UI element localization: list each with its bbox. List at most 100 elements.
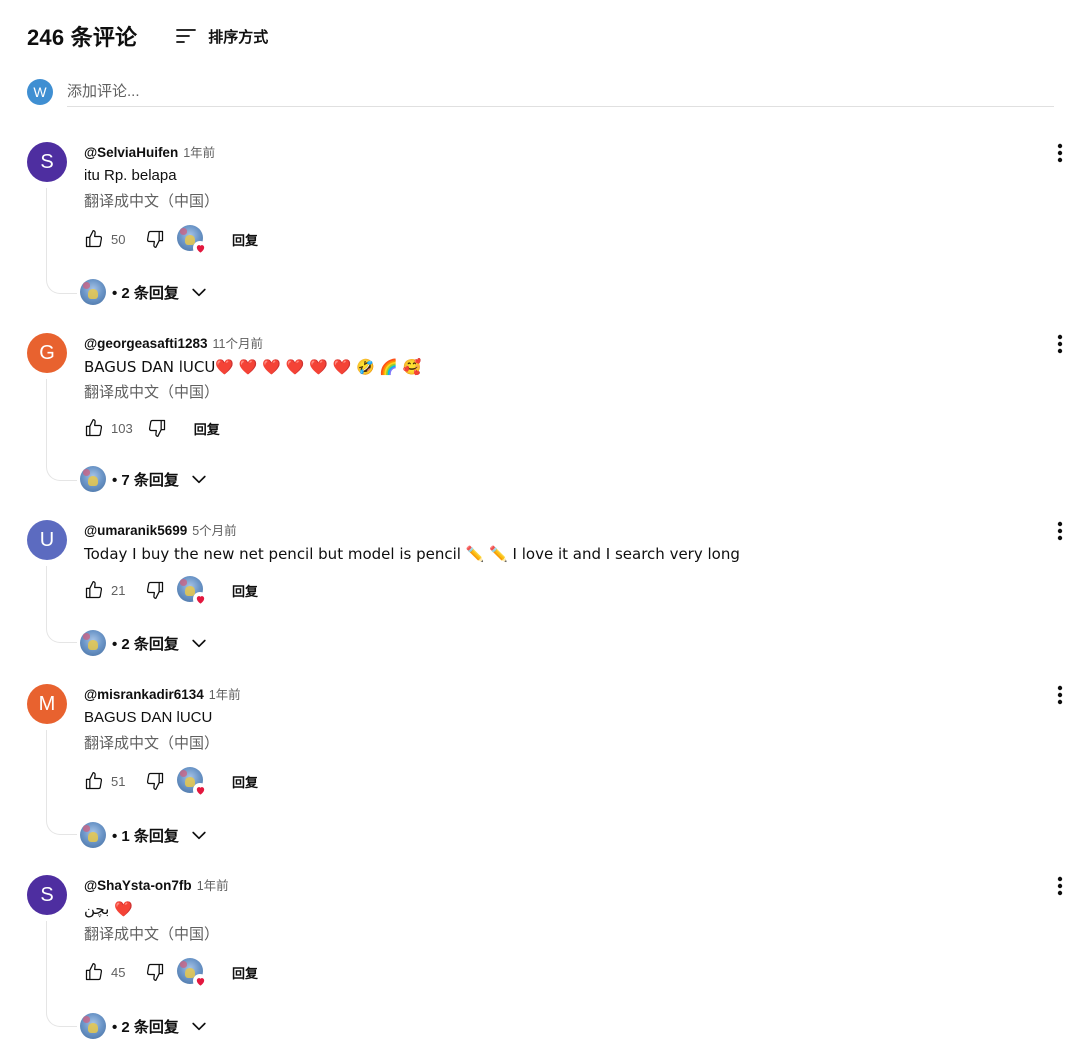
avatar[interactable]: S xyxy=(27,875,67,915)
like-count: 50 xyxy=(111,231,126,247)
view-replies-button[interactable]: • 7 条回复 xyxy=(80,465,209,493)
like-button[interactable] xyxy=(84,771,104,791)
more-options-button[interactable] xyxy=(1053,875,1067,897)
translate-link[interactable]: 翻译成中文（中国） xyxy=(84,925,984,945)
avatar[interactable]: G xyxy=(27,333,67,373)
dislike-button[interactable] xyxy=(145,771,165,791)
chevron-down-icon xyxy=(189,825,209,845)
replies-count: • 2 条回复 xyxy=(112,284,179,302)
view-replies-button[interactable]: • 2 条回复 xyxy=(80,1012,209,1040)
comment-actions: 51 回复 xyxy=(84,767,258,797)
chevron-down-icon xyxy=(189,633,209,653)
like-count: 21 xyxy=(111,582,126,598)
like-button[interactable] xyxy=(84,962,104,982)
replies-count: • 7 条回复 xyxy=(112,471,179,489)
heart-icon xyxy=(193,592,207,606)
like-count: 103 xyxy=(111,420,133,436)
thread-connector xyxy=(46,188,77,294)
reply-button[interactable]: 回复 xyxy=(232,963,258,982)
thumb-up-icon xyxy=(85,772,103,790)
dislike-button[interactable] xyxy=(147,418,167,438)
thread-connector xyxy=(46,566,77,643)
comment-body: @ShaYsta-on7fb 1年前 بچن ❤️ 翻译成中文（中国） xyxy=(84,875,984,945)
author-name[interactable]: @misrankadir6134 xyxy=(84,687,204,702)
avatar[interactable]: S xyxy=(27,142,67,182)
sort-icon xyxy=(174,24,198,48)
creator-heart xyxy=(177,576,207,606)
my-avatar: W xyxy=(27,79,53,105)
like-button[interactable] xyxy=(84,580,104,600)
view-replies-button[interactable]: • 2 条回复 xyxy=(80,278,209,306)
translate-link[interactable]: 翻译成中文（中国） xyxy=(84,734,984,754)
thumb-up-icon xyxy=(85,963,103,981)
reply-button[interactable]: 回复 xyxy=(194,419,220,438)
heart-icon xyxy=(193,241,207,255)
more-options-button[interactable] xyxy=(1053,142,1067,164)
reply-button[interactable]: 回复 xyxy=(232,581,258,600)
comment-time[interactable]: 1年前 xyxy=(197,875,229,894)
comment-text: BAGUS DAN lUCU xyxy=(84,709,213,726)
author-name[interactable]: @umaranik5699 xyxy=(84,523,187,538)
comment-body: @georgeasafti1283 11个月前 BAGUS DAN lUCU❤️… xyxy=(84,333,984,403)
thumb-up-icon xyxy=(85,581,103,599)
view-replies-button[interactable]: • 2 条回复 xyxy=(80,629,209,657)
chevron-down-icon xyxy=(189,469,209,489)
reply-button[interactable]: 回复 xyxy=(232,772,258,791)
thread-connector xyxy=(46,921,77,1027)
sort-button[interactable]: 排序方式 xyxy=(174,24,268,48)
comment-time[interactable]: 1年前 xyxy=(183,142,215,161)
like-button[interactable] xyxy=(84,418,104,438)
like-count: 45 xyxy=(111,964,126,980)
like-count: 51 xyxy=(111,773,126,789)
comment-actions: 21 回复 xyxy=(84,576,258,606)
avatar[interactable]: U xyxy=(27,520,67,560)
reply-button[interactable]: 回复 xyxy=(232,230,258,249)
translate-link[interactable]: 翻译成中文（中国） xyxy=(84,192,984,212)
thumb-down-icon xyxy=(148,419,165,437)
comment-body: @SelviaHuifen 1年前 itu Rp. belapa 翻译成中文（中… xyxy=(84,142,984,212)
author-name[interactable]: @ShaYsta-on7fb xyxy=(84,878,192,893)
thread-connector xyxy=(46,730,77,835)
more-vertical-icon xyxy=(1057,521,1063,541)
comment-time[interactable]: 5个月前 xyxy=(192,520,236,539)
thumb-up-icon xyxy=(85,419,103,437)
heart-icon xyxy=(193,974,207,988)
creator-heart xyxy=(177,767,207,797)
chevron-down-icon xyxy=(189,1016,209,1036)
reply-avatar xyxy=(80,279,106,305)
comment-time[interactable]: 1年前 xyxy=(209,684,241,703)
comment-actions: 45 回复 xyxy=(84,958,258,988)
thumb-down-icon xyxy=(146,963,164,981)
comments-header: 246 条评论 排序方式 xyxy=(27,18,268,54)
reply-avatar xyxy=(80,822,106,848)
avatar[interactable]: M xyxy=(27,684,67,724)
dislike-button[interactable] xyxy=(145,229,165,249)
author-name[interactable]: @georgeasafti1283 xyxy=(84,336,207,351)
creator-heart xyxy=(177,958,207,988)
comment-text: Today I buy the new net pencil but model… xyxy=(84,545,740,563)
more-vertical-icon xyxy=(1057,334,1063,354)
comment-actions: 103 回复 xyxy=(84,414,220,442)
comment-text: BAGUS DAN lUCU❤️ ❤️ ❤️ ❤️ ❤️ ❤️ 🤣 🌈 🥰 xyxy=(84,358,422,376)
thumb-down-icon xyxy=(146,581,164,599)
more-options-button[interactable] xyxy=(1053,333,1067,355)
replies-count: • 2 条回复 xyxy=(112,635,179,653)
author-name[interactable]: @SelviaHuifen xyxy=(84,145,178,160)
more-options-button[interactable] xyxy=(1053,684,1067,706)
comments-page: 246 条评论 排序方式 W S @SelviaHuifen 1年前 itu R… xyxy=(0,0,1080,1047)
creator-heart xyxy=(177,225,207,255)
more-vertical-icon xyxy=(1057,876,1063,896)
like-button[interactable] xyxy=(84,229,104,249)
add-comment-input[interactable] xyxy=(67,77,1054,107)
comment-time[interactable]: 11个月前 xyxy=(212,333,262,352)
view-replies-button[interactable]: • 1 条回复 xyxy=(80,821,209,849)
translate-link[interactable]: 翻译成中文（中国） xyxy=(84,383,984,403)
thumb-up-icon xyxy=(85,230,103,248)
replies-count: • 1 条回复 xyxy=(112,827,179,845)
dislike-button[interactable] xyxy=(145,962,165,982)
dislike-button[interactable] xyxy=(145,580,165,600)
more-options-button[interactable] xyxy=(1053,520,1067,542)
thumb-down-icon xyxy=(146,772,164,790)
comment-body: @misrankadir6134 1年前 BAGUS DAN lUCU 翻译成中… xyxy=(84,684,984,754)
comment-count-title: 246 条评论 xyxy=(27,25,138,50)
